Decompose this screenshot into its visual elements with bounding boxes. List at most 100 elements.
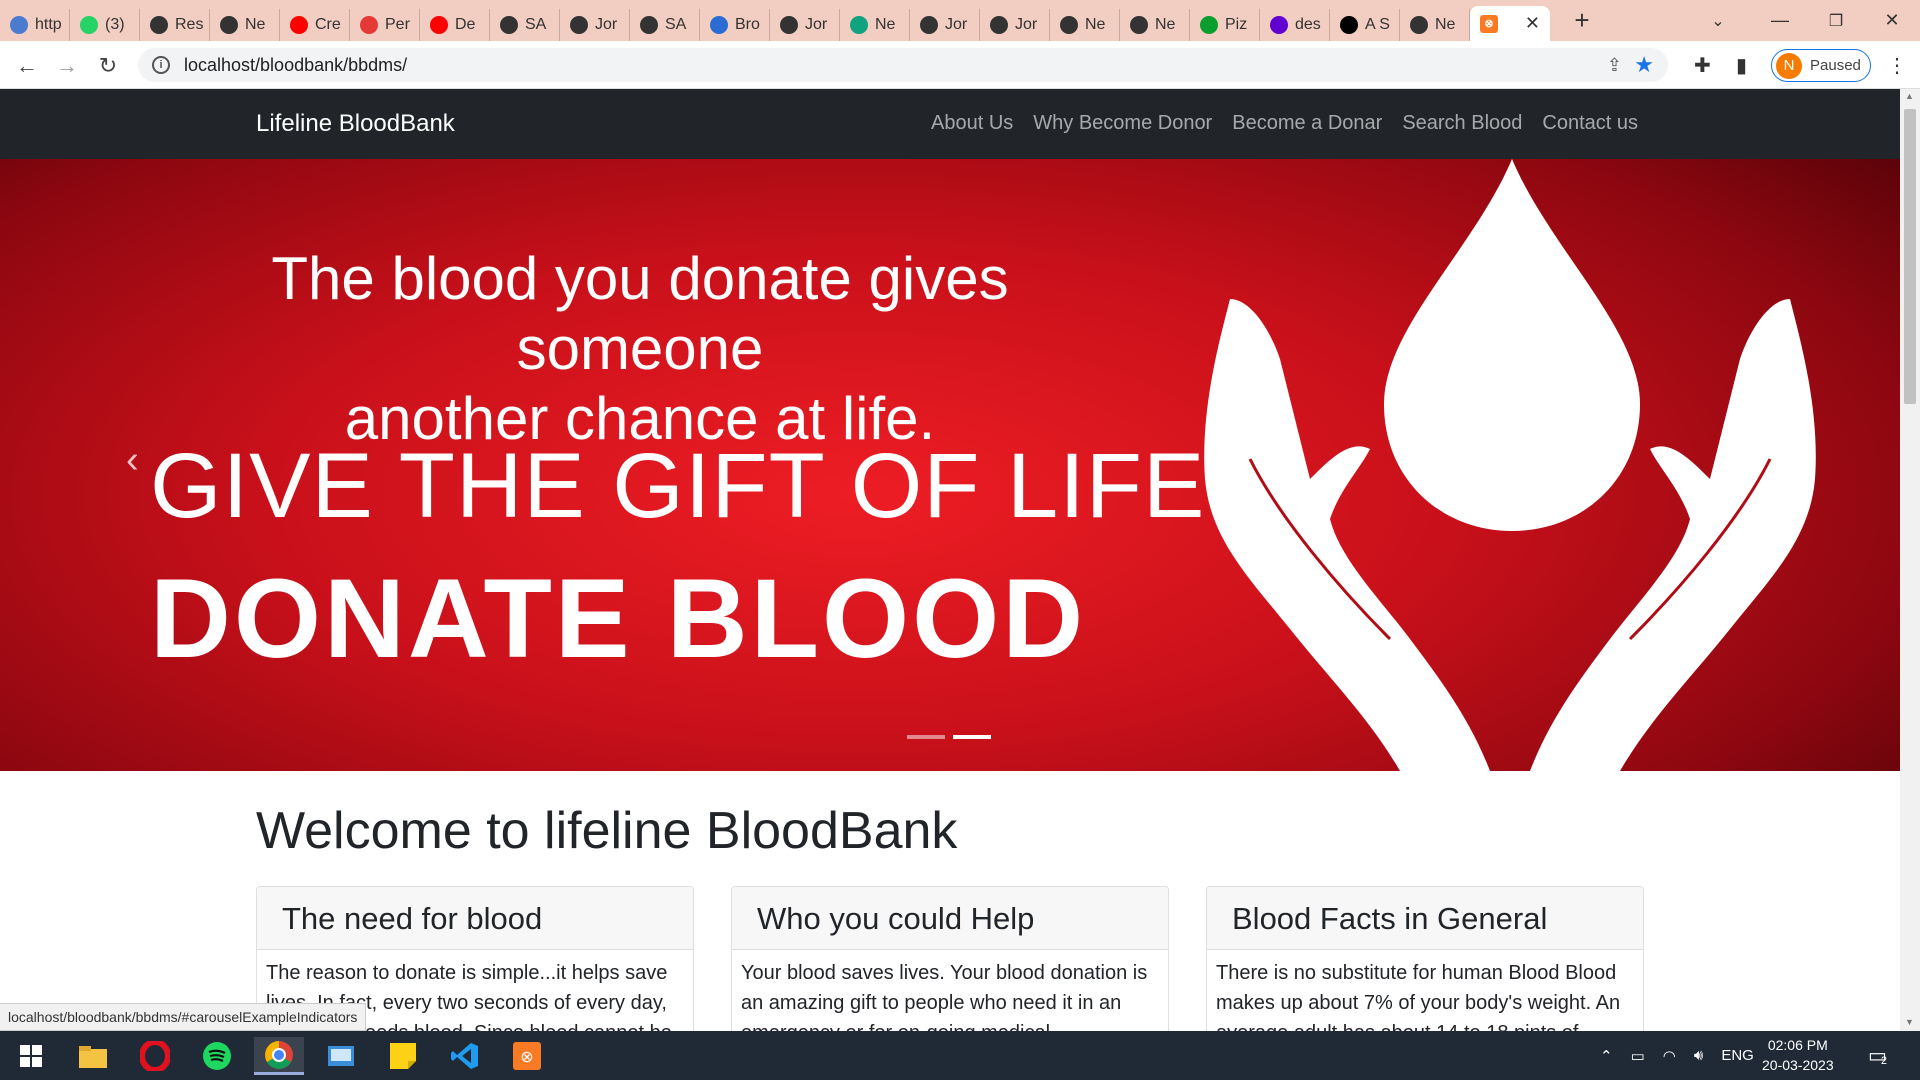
card-text-line: Your blood saves lives. Your blood donat… [741, 962, 1148, 984]
close-tab-icon[interactable]: ✕ [1525, 13, 1540, 34]
scroll-down-icon[interactable]: ▼ [1905, 1017, 1914, 1027]
volume-icon[interactable]: 🔊︎ [1694, 1047, 1703, 1064]
tab-label: Bro [735, 15, 760, 33]
browser-tab[interactable]: Jor [560, 8, 630, 41]
restore-icon[interactable]: ❐ [1808, 0, 1864, 41]
welcome-heading: Welcome to lifeline BloodBank [256, 802, 958, 860]
wifi-icon[interactable]: ◠ [1663, 1047, 1676, 1065]
site-info-icon[interactable]: i [152, 56, 170, 74]
browser-tab[interactable]: SA [630, 8, 700, 41]
tab-search-icon[interactable]: ⌄ [1690, 0, 1746, 41]
blood-drop-hands-icon [1204, 159, 1816, 771]
nav-search-blood[interactable]: Search Blood [1402, 112, 1522, 135]
tab-label: des [1295, 15, 1321, 33]
profile-button[interactable]: N Paused [1771, 49, 1871, 82]
browser-tab[interactable]: (3) [70, 8, 140, 41]
tab-label: A S [1365, 15, 1390, 33]
globe-icon [1410, 15, 1428, 34]
carousel-next-icon[interactable]: › [1740, 439, 1753, 482]
windows-start-icon[interactable] [6, 1037, 56, 1075]
tab-label: De [455, 15, 476, 33]
app-icon [360, 15, 378, 34]
reload-icon[interactable]: ↻ [93, 51, 123, 81]
vscode-icon[interactable] [440, 1037, 490, 1075]
share-icon[interactable]: ⇪ [1607, 55, 1622, 76]
carousel-indicator-1[interactable] [907, 735, 945, 739]
nav-about-us[interactable]: About Us [931, 112, 1013, 135]
xampp-icon[interactable]: ⊗ [502, 1037, 552, 1075]
browser-tab[interactable]: http [0, 8, 70, 41]
minimize-icon[interactable]: — [1752, 0, 1808, 41]
browser-tab[interactable]: Per [350, 8, 420, 41]
tab-label: SA [665, 15, 687, 33]
browser-tab[interactable]: Ne [1400, 8, 1470, 41]
card-title: Who you could Help [732, 887, 1168, 950]
globe-icon [780, 15, 798, 34]
url-text[interactable]: localhost/bloodbank/bbdms/ [184, 55, 407, 76]
control-panel-icon[interactable] [316, 1037, 366, 1075]
side-panel-icon[interactable]: ▮ [1736, 53, 1747, 78]
battery-icon[interactable]: ▭ [1631, 1047, 1645, 1065]
site-brand[interactable]: Lifeline BloodBank [256, 110, 455, 138]
close-window-icon[interactable]: ✕ [1864, 0, 1920, 41]
nav-become-a-donar[interactable]: Become a Donar [1232, 112, 1382, 135]
tab-label: Ne [1435, 15, 1456, 33]
browser-tab[interactable]: Cre [280, 8, 350, 41]
url-field[interactable]: i localhost/bloodbank/bbdms/ ⇪ ★ [138, 48, 1668, 82]
tab-label: Jor [945, 15, 968, 33]
carousel-indicator-2[interactable] [953, 735, 991, 739]
file-explorer-icon[interactable] [68, 1037, 118, 1075]
browser-tab[interactable]: Ne [1050, 8, 1120, 41]
card-text-line: emergency or for on-going medical [741, 1018, 1158, 1031]
back-icon[interactable]: ← [12, 51, 42, 81]
clock[interactable]: 02:06 PM 20-03-2023 [1762, 1035, 1834, 1075]
nav-links: About Us Why Become Donor Become a Donar… [931, 112, 1638, 135]
browser-tab[interactable]: Ne [1120, 8, 1190, 41]
page-scrollbar[interactable]: ▲ ▼ [1900, 89, 1920, 1031]
tray-overflow-icon[interactable]: ⌃ [1600, 1047, 1613, 1065]
tab-active[interactable]: ⊗ ✕ [1470, 6, 1550, 41]
sticky-notes-icon[interactable] [378, 1037, 428, 1075]
tab-label: Piz [1225, 15, 1248, 33]
chrome-icon[interactable] [254, 1037, 304, 1075]
browser-tab[interactable]: A S [1330, 8, 1400, 41]
avatar: N [1776, 52, 1802, 79]
browser-tab[interactable]: Bro [700, 8, 770, 41]
browser-tab[interactable]: Piz [1190, 8, 1260, 41]
browser-tab[interactable]: Jor [770, 8, 840, 41]
menu-icon[interactable]: ⋮ [1887, 53, 1907, 78]
medium-icon [1340, 15, 1358, 34]
tab-label: Ne [1155, 15, 1176, 33]
card-text-line: There is no substitute for human Blood B… [1216, 962, 1617, 984]
browser-tab[interactable]: Ne [210, 8, 280, 41]
globe-icon [570, 15, 588, 34]
carousel-prev-icon[interactable]: ‹ [126, 439, 139, 482]
notification-center-icon[interactable]: ▭ 2 [1868, 1031, 1887, 1080]
browser-tab[interactable]: Ne [840, 8, 910, 41]
scroll-thumb[interactable] [1904, 109, 1916, 404]
spotify-icon[interactable] [192, 1037, 242, 1075]
extensions-icon[interactable]: ✚ [1694, 53, 1711, 78]
tab-label: Ne [1085, 15, 1106, 33]
browser-tab[interactable]: des [1260, 8, 1330, 41]
browser-tab[interactable]: SA [490, 8, 560, 41]
new-tab-button[interactable]: + [1562, 5, 1602, 36]
forward-icon[interactable]: → [52, 51, 82, 81]
carousel-indicators [907, 735, 991, 739]
browser-tab[interactable]: Res [140, 8, 210, 41]
browser-tab[interactable]: Jor [980, 8, 1050, 41]
language-indicator[interactable]: ENG [1721, 1047, 1754, 1064]
clock-time: 02:06 PM [1767, 1037, 1828, 1053]
bookmark-star-icon[interactable]: ★ [1634, 52, 1654, 78]
tab-strip: http (3) Res Ne Cre Per De SA Jor SA Bro Jor Ne Jor Jo… [0, 0, 1920, 41]
nav-contact-us[interactable]: Contact us [1542, 112, 1638, 135]
hero-tagline-line1: The blood you donate gives someone [271, 245, 1009, 382]
scroll-up-icon[interactable]: ▲ [1905, 91, 1914, 101]
browser-tab[interactable]: De [420, 8, 490, 41]
opera-icon[interactable] [130, 1037, 180, 1075]
card-body: Your blood saves lives. Your blood donat… [732, 950, 1168, 1031]
nav-why-become-donor[interactable]: Why Become Donor [1033, 112, 1212, 135]
browser-tab[interactable]: Jor [910, 8, 980, 41]
hero-gift-of-life: GIVE THE GIFT OF LIFE [150, 435, 1206, 537]
hero-donate-blood: DONATE BLOOD [150, 556, 1087, 681]
